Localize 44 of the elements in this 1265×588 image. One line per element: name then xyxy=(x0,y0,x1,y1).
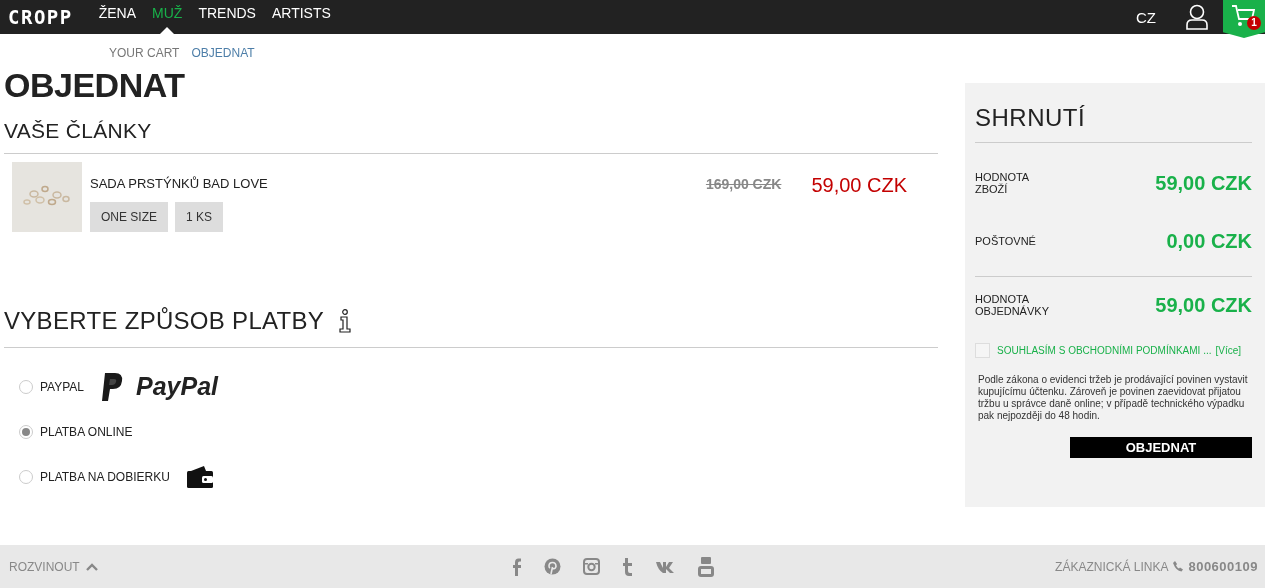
nav-link[interactable]: ARTISTS xyxy=(271,0,331,34)
order-button[interactable]: OBJEDNAT xyxy=(1070,437,1252,458)
nav-link[interactable]: TRENDS xyxy=(198,0,256,34)
info-icon[interactable] xyxy=(338,309,353,333)
breadcrumb-link[interactable]: YOUR CART xyxy=(109,46,180,60)
product-name[interactable]: SADA PRSTÝNKŮ BAD LOVE xyxy=(90,176,706,191)
section-heading: VAŠE ČLÁNKY xyxy=(4,119,153,143)
breadcrumb-link[interactable]: OBJEDNAT xyxy=(191,46,255,60)
user-icon[interactable] xyxy=(1186,4,1208,30)
wallet-icon xyxy=(186,465,213,488)
summary-heading: SHRNUTÍ xyxy=(975,104,1252,143)
vk-icon[interactable] xyxy=(655,560,676,573)
pinterest-icon[interactable] xyxy=(543,558,561,575)
hotline-label: ZÁKAZNICKÁ LINKA xyxy=(1055,559,1169,574)
summary-value: 59,00 CZK xyxy=(1155,293,1252,317)
language-link[interactable]: CZ xyxy=(1136,8,1156,26)
instagram-icon[interactable] xyxy=(582,558,600,575)
summary-value: 0,00 CZK xyxy=(1166,229,1252,253)
sale-price: 59,00 CZK xyxy=(811,174,907,197)
cart-icon xyxy=(1231,4,1257,28)
tumblr-icon[interactable] xyxy=(621,557,634,576)
option-label[interactable]: PLATBA ONLINE xyxy=(40,424,133,439)
facebook-icon[interactable] xyxy=(511,557,522,576)
summary-label: HODNOTA ZBOŽÍ xyxy=(975,171,1030,195)
cart-button[interactable]: 1 xyxy=(1223,0,1265,38)
original-price: 169,00 CZK xyxy=(705,176,782,192)
legal-notice: Podle zákona o evidenci tržeb je prodávající povinen vystavit kupujícímu účtenku. Zároveň je povinen zaevidovat přijatou tržbu u správce daně online; v případě technického výpadku pak nejpozději do 48 hodin. xyxy=(978,374,1249,422)
section-heading: VYBERTE ZPŮSOB PLATBY xyxy=(4,307,325,335)
chevron-up-icon[interactable] xyxy=(85,562,98,571)
quantity-tag: 1 KS xyxy=(175,202,224,232)
summary-label: HODNOTA OBJEDNÁVKY xyxy=(975,293,1050,317)
size-tag: ONE SIZE xyxy=(90,202,168,232)
summary-value: 59,00 CZK xyxy=(1155,171,1252,195)
terms-checkbox[interactable] xyxy=(975,343,990,358)
cart-count-badge: 1 xyxy=(1247,16,1261,30)
logo[interactable]: CROPP xyxy=(8,6,73,28)
summary-label: POŠTOVNÉ xyxy=(975,235,1037,247)
nav-link[interactable]: ŽENA xyxy=(98,0,137,34)
paypal-logo: PayPal xyxy=(136,372,219,401)
phone-icon xyxy=(1173,561,1184,572)
option-label[interactable]: PLATBA NA DOBIERKU xyxy=(40,469,170,484)
page-title: OBJEDNAT xyxy=(4,65,186,105)
option-label[interactable]: PAYPAL xyxy=(40,379,85,394)
nav-link[interactable]: MUŽ xyxy=(152,0,183,34)
